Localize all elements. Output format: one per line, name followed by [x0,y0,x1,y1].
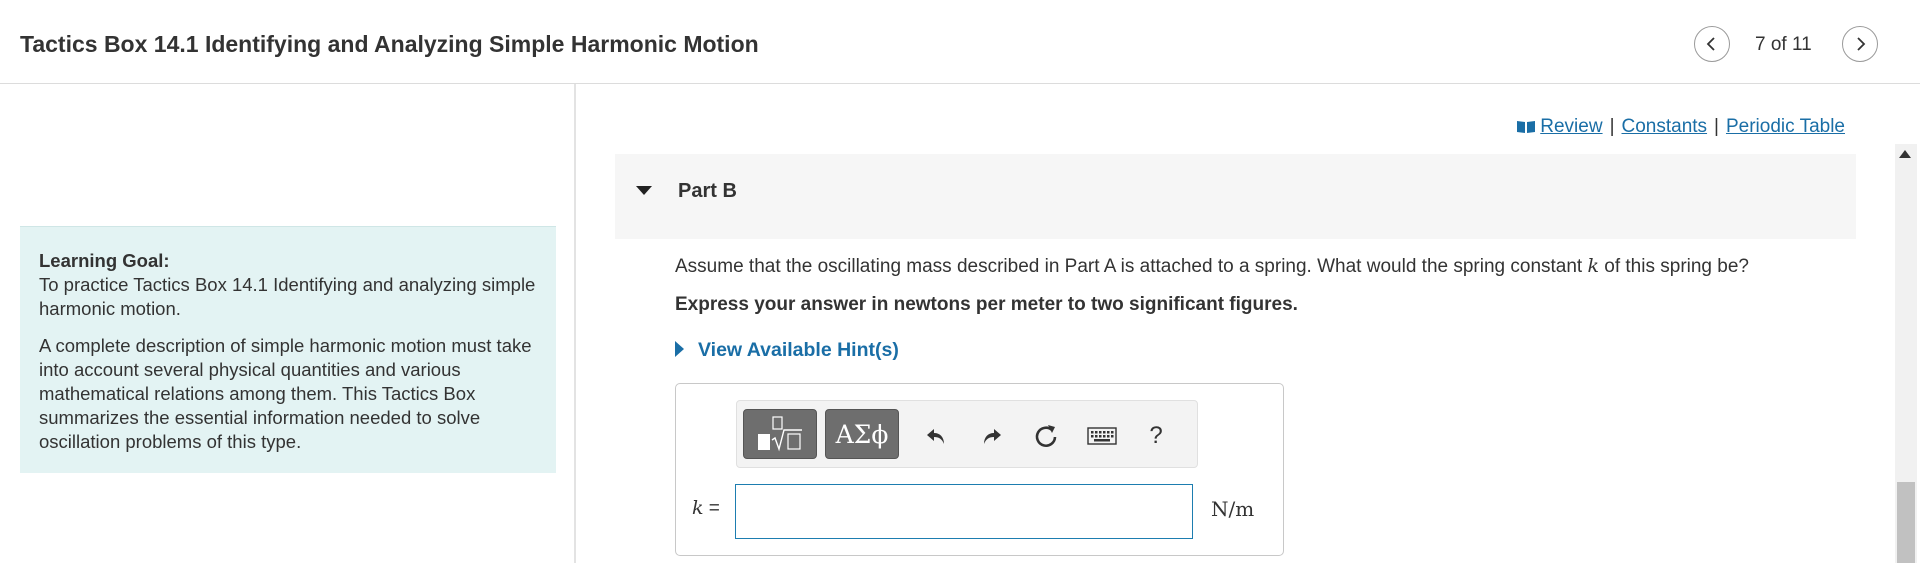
greek-letters-icon: ΑΣϕ [835,419,889,449]
page-title: Tactics Box 14.1 Identifying and Analyzi… [20,31,759,57]
answer-unit: N/m [1211,497,1255,521]
undo-icon [927,429,944,444]
answer-variable-label: k = [692,497,720,520]
answer-instruction: Express your answer in newtons per meter… [675,294,1298,315]
question-variable: k [1587,255,1599,277]
answer-variable: k [692,497,704,519]
question-text-start: Assume that the oscillating mass describ… [675,256,1588,277]
learning-goal-description: A complete description of simple harmoni… [39,335,532,452]
collapse-caret-icon[interactable] [636,186,652,195]
learning-goal-label: Learning Goal: [39,250,170,271]
reset-icon [1035,425,1057,447]
learning-goal-panel: Learning Goal: To practice Tactics Box 1… [20,226,556,473]
scroll-up-arrow-icon[interactable] [1899,150,1911,158]
periodic-table-link[interactable]: Periodic Table [1726,116,1845,137]
expand-caret-icon [675,341,684,357]
help-button[interactable]: ? [1141,421,1171,451]
keyboard-icon [1087,427,1117,445]
answer-input[interactable] [735,484,1193,539]
page-counter: 7 of 11 [1755,34,1812,55]
next-button[interactable] [1842,26,1878,62]
redo-icon [984,429,1001,444]
templates-icon [758,416,802,452]
header: Tactics Box 14.1 Identifying and Analyzi… [0,0,1920,84]
link-separator: | [1714,116,1719,137]
answer-box: ΑΣϕ ? k = N/m [675,383,1284,556]
learning-goal-text: To practice Tactics Box 14.1 Identifying… [39,274,536,319]
link-separator: | [1609,116,1615,137]
constants-link[interactable]: Constants [1622,116,1708,137]
chevron-right-icon [1857,37,1866,51]
question-text-end: of this spring be? [1599,256,1749,277]
view-hints-label: View Available Hint(s) [698,339,899,361]
previous-button[interactable] [1694,26,1730,62]
scrollbar-thumb[interactable] [1897,482,1915,563]
panel-divider [574,84,576,563]
help-icon: ? [1149,422,1163,449]
resource-links: Review | Constants | Periodic Table [1516,116,1845,138]
equals-sign: = [708,498,720,519]
keyboard-button[interactable] [1087,421,1117,451]
review-link-label: Review [1540,116,1603,137]
question-text: Assume that the oscillating mass describ… [675,255,1749,278]
book-icon [1517,121,1536,133]
greek-letters-button[interactable]: ΑΣϕ [825,409,899,459]
redo-button[interactable] [977,421,1007,451]
undo-button[interactable] [921,421,951,451]
templates-button[interactable] [743,409,817,459]
reset-button[interactable] [1031,421,1061,451]
math-toolbar: ΑΣϕ ? [736,400,1198,468]
chevron-left-icon [1706,37,1715,51]
review-link[interactable]: Review [1516,116,1603,137]
view-hints-link[interactable]: View Available Hint(s) [675,339,899,362]
part-title: Part B [678,180,737,202]
part-header[interactable]: Part B [615,154,1856,239]
